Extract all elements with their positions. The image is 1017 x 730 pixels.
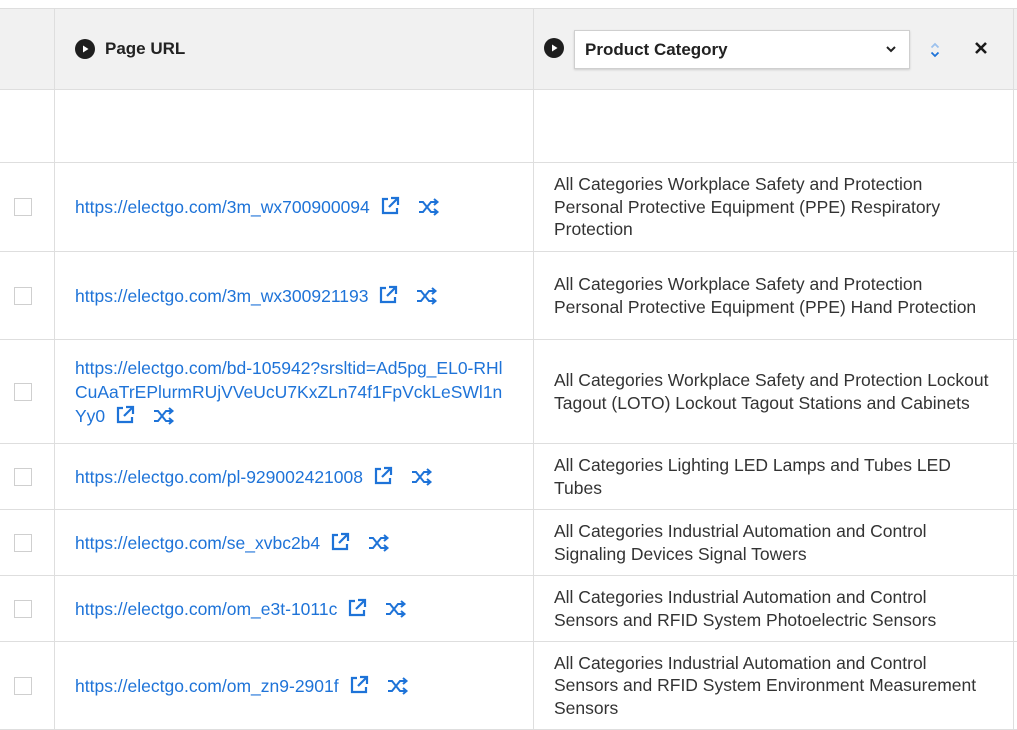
external-link-icon[interactable]	[330, 532, 350, 552]
category-text: All Categories Industrial Automation and…	[554, 521, 927, 564]
table-row: https://electgo.com/om_zn9-2901f All Cat…	[0, 642, 1017, 730]
filter-cell-category	[534, 90, 1014, 162]
url-cell: https://electgo.com/3m_wx300921193	[55, 252, 534, 339]
shuffle-icon[interactable]	[153, 406, 175, 425]
category-cell: All Categories Workplace Safety and Prot…	[534, 340, 1014, 443]
url-cell: https://electgo.com/om_zn9-2901f	[55, 642, 534, 729]
play-icon[interactable]	[544, 38, 564, 58]
filter-cell-select	[0, 90, 55, 162]
close-icon[interactable]	[974, 41, 988, 55]
category-text: All Categories Workplace Safety and Prot…	[554, 274, 977, 317]
row-select-cell	[0, 444, 55, 509]
url-cell: https://electgo.com/om_e3t-1011c	[55, 576, 534, 641]
category-cell: All Categories Workplace Safety and Prot…	[534, 163, 1014, 251]
category-select-value: Product Category	[585, 39, 728, 59]
row-checkbox[interactable]	[14, 286, 32, 305]
url-cell: https://electgo.com/se_xvbc2b4	[55, 510, 534, 575]
external-link-icon[interactable]	[373, 466, 393, 486]
page-url-link[interactable]: https://electgo.com/3m_wx700900094	[75, 197, 370, 217]
play-icon[interactable]	[75, 39, 95, 59]
row-checkbox[interactable]	[14, 467, 32, 486]
table-row: https://electgo.com/om_e3t-1011c All Cat…	[0, 576, 1017, 642]
chevron-down-icon	[886, 46, 896, 53]
page-url-link[interactable]: https://electgo.com/3m_wx300921193	[75, 286, 368, 306]
row-select-cell	[0, 642, 55, 729]
external-link-icon[interactable]	[380, 196, 400, 216]
table-header: Page URL Product Category	[0, 8, 1017, 90]
row-checkbox[interactable]	[14, 599, 32, 618]
category-text: All Categories Workplace Safety and Prot…	[554, 370, 989, 413]
category-column-select[interactable]: Product Category	[574, 30, 910, 69]
top-spacer	[0, 0, 1017, 8]
shuffle-icon[interactable]	[411, 467, 433, 486]
column-header-product-category: Product Category	[534, 9, 1014, 89]
filter-row	[0, 90, 1017, 163]
url-cell: https://electgo.com/3m_wx700900094	[55, 163, 534, 251]
category-text: All Categories Industrial Automation and…	[554, 587, 937, 630]
row-select-cell	[0, 340, 55, 443]
page-url-link[interactable]: https://electgo.com/pl-929002421008	[75, 467, 363, 487]
row-select-cell	[0, 576, 55, 641]
page-url-header-label: Page URL	[105, 39, 186, 58]
filter-cell-url	[55, 90, 534, 162]
url-cell: https://electgo.com/pl-929002421008	[55, 444, 534, 509]
category-cell: All Categories Lighting LED Lamps and Tu…	[534, 444, 1014, 509]
shuffle-icon[interactable]	[416, 286, 438, 305]
select-all-column-header	[0, 9, 55, 89]
category-text: All Categories Workplace Safety and Prot…	[554, 174, 941, 240]
shuffle-icon[interactable]	[418, 198, 440, 216]
category-cell: All Categories Industrial Automation and…	[534, 642, 1014, 729]
sort-icon[interactable]	[930, 41, 940, 59]
shuffle-icon[interactable]	[368, 533, 390, 552]
external-link-icon[interactable]	[115, 405, 135, 425]
url-cell: https://electgo.com/bd-105942?srsltid=Ad…	[55, 340, 534, 443]
page-url-link[interactable]: https://electgo.com/bd-105942?srsltid=Ad…	[75, 358, 503, 426]
external-link-icon[interactable]	[378, 285, 398, 305]
page-url-link[interactable]: https://electgo.com/om_zn9-2901f	[75, 676, 339, 696]
row-select-cell	[0, 510, 55, 575]
row-checkbox[interactable]	[14, 676, 32, 695]
table-row: https://electgo.com/se_xvbc2b4 All Categ…	[0, 510, 1017, 576]
page-url-link[interactable]: https://electgo.com/om_e3t-1011c	[75, 599, 337, 619]
category-cell: All Categories Workplace Safety and Prot…	[534, 252, 1014, 339]
shuffle-icon[interactable]	[385, 599, 407, 618]
row-select-cell	[0, 163, 55, 251]
url-category-table: Page URL Product Category https://electg…	[0, 8, 1017, 730]
category-text: All Categories Industrial Automation and…	[554, 652, 977, 718]
page-url-link[interactable]: https://electgo.com/se_xvbc2b4	[75, 533, 320, 553]
category-cell: All Categories Industrial Automation and…	[534, 510, 1014, 575]
external-link-icon[interactable]	[347, 598, 367, 618]
category-text: All Categories Lighting LED Lamps and Tu…	[554, 455, 951, 498]
external-link-icon[interactable]	[349, 675, 369, 695]
table-row: https://electgo.com/pl-929002421008 All …	[0, 444, 1017, 510]
table-row: https://electgo.com/3m_wx300921193 All C…	[0, 252, 1017, 340]
shuffle-icon[interactable]	[387, 676, 409, 695]
table-row: https://electgo.com/bd-105942?srsltid=Ad…	[0, 340, 1017, 444]
category-cell: All Categories Industrial Automation and…	[534, 576, 1014, 641]
row-select-cell	[0, 252, 55, 339]
table-row: https://electgo.com/3m_wx700900094 All C…	[0, 163, 1017, 252]
row-checkbox[interactable]	[14, 382, 32, 401]
row-checkbox[interactable]	[14, 198, 32, 216]
row-checkbox[interactable]	[14, 533, 32, 552]
column-header-page-url[interactable]: Page URL	[55, 9, 534, 89]
